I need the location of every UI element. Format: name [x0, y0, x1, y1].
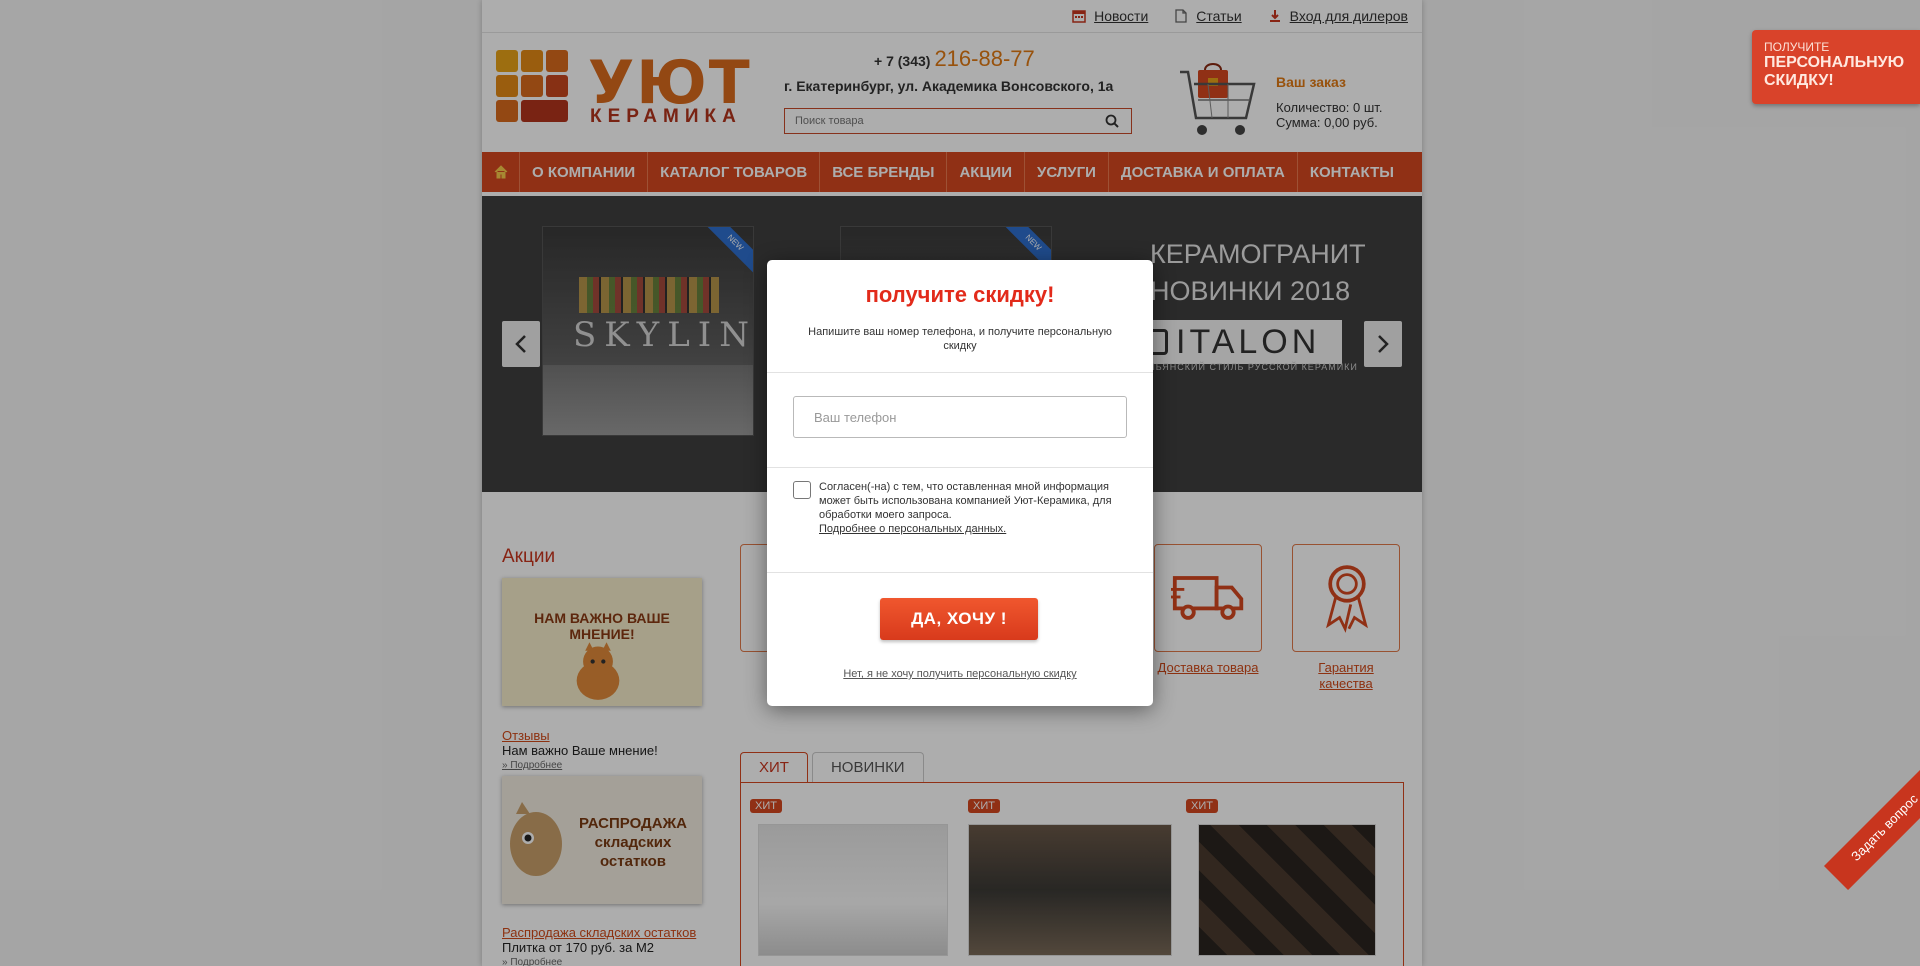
consent-text: Согласен(-на) с тем, что оставленная мно…	[819, 481, 1112, 521]
modal-subtitle: Напишите ваш номер телефона, и получите …	[808, 326, 1112, 352]
discount-modal: получите скидку! Напишите ваш номер теле…	[767, 260, 1153, 706]
personal-discount-tab[interactable]: ПОЛУЧИТЕ ПЕРСОНАЛЬНУЮ СКИДКУ!	[1752, 30, 1920, 104]
side-promo-line-2: ПЕРСОНАЛЬНУЮ	[1764, 54, 1905, 71]
modal-title: получите скидку!	[865, 282, 1055, 307]
phone-input[interactable]	[793, 396, 1127, 438]
consent-checkbox[interactable]	[793, 481, 811, 499]
modal-divider	[767, 572, 1153, 573]
modal-divider	[767, 372, 1153, 373]
accept-discount-button[interactable]: ДА, ХОЧУ !	[880, 598, 1038, 640]
modal-divider	[767, 467, 1153, 468]
personal-data-link[interactable]: Подробнее о персональных данных.	[819, 523, 1006, 535]
side-promo-line-3: СКИДКУ!	[1764, 72, 1834, 89]
side-promo-line-1: ПОЛУЧИТЕ	[1764, 40, 1830, 54]
decline-discount-link[interactable]: Нет, я не хочу получить персональную ски…	[767, 668, 1153, 680]
